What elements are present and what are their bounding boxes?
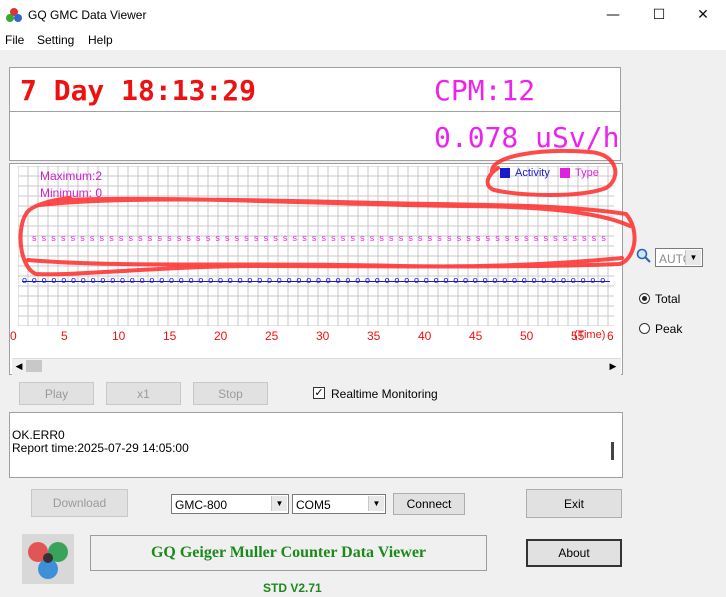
annotation-overlay bbox=[18, 148, 637, 277]
legend-annotation-scribble bbox=[485, 148, 618, 197]
markers-annotation-scribble bbox=[18, 196, 637, 277]
